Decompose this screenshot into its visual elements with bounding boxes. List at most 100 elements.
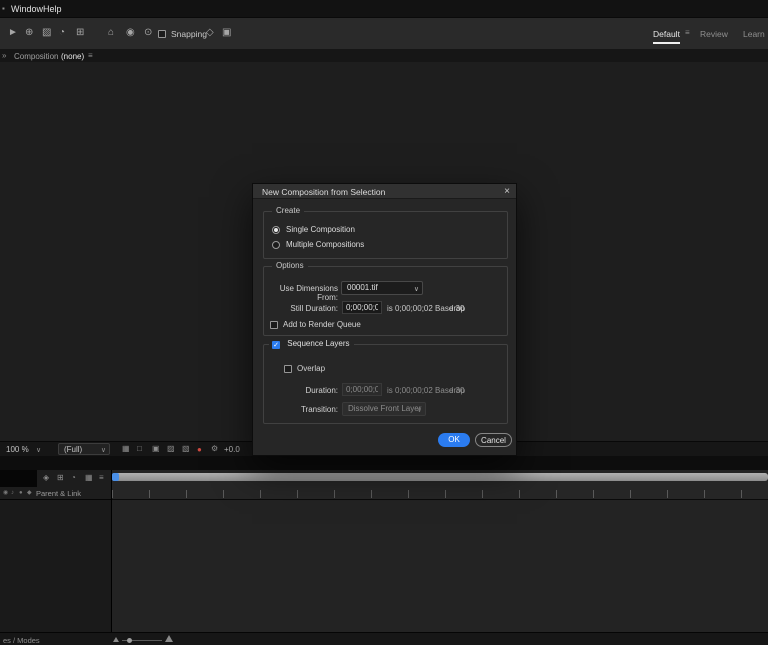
timeline-header-icons-zone: ◈ ⊞ ◔ ▦ ≡	[37, 470, 112, 487]
use-dimensions-value: 00001.tif	[347, 283, 378, 292]
clone-stamp-tool-icon[interactable]: ⊕	[25, 28, 33, 38]
snapping-checkbox[interactable]	[158, 30, 166, 38]
create-group-legend: Create	[272, 206, 305, 215]
app-icon: ▪	[2, 4, 5, 13]
overlap-label[interactable]: Overlap	[297, 364, 325, 374]
still-duration-input[interactable]	[342, 301, 382, 314]
comp-mini-flowchart-icon[interactable]: ◈	[43, 474, 49, 482]
sequence-layers-checkbox[interactable]: ✓	[272, 341, 280, 349]
region-of-interest-icon[interactable]: ▣	[152, 445, 160, 453]
timeline-zoom-in-icon[interactable]	[165, 635, 173, 642]
sequence-duration-drop-label: drop	[449, 386, 466, 395]
timeline-layer-list-empty	[0, 500, 112, 632]
composition-panel-menu-icon[interactable]: ≡	[88, 52, 93, 60]
add-to-render-queue-label[interactable]: Add to Render Queue	[283, 320, 361, 330]
cancel-button[interactable]: Cancel	[475, 433, 512, 447]
transition-dropdown: Dissolve Front Layer ∨	[342, 402, 426, 416]
workspace-tab-learn[interactable]: Learn	[743, 29, 765, 39]
menu-item-window[interactable]: Window	[11, 4, 43, 15]
multiple-compositions-radio[interactable]	[272, 241, 280, 249]
timeline-track-area-empty	[112, 500, 768, 632]
sequence-layers-label[interactable]: Sequence Layers	[287, 339, 349, 348]
sequence-layers-legend-wrap: ✓ Sequence Layers	[269, 339, 354, 349]
workspace-menu-icon[interactable]: ≡	[685, 29, 690, 37]
resolution-chevron-icon: ∨	[100, 447, 106, 454]
dialog-titlebar[interactable]: New Composition from Selection ×	[253, 184, 516, 199]
tool-bar: ► ⊕ ▨ ◔ ⊞ ⌂ ◉ ⊙ Snapping ◇ ▣ Default ≡ R…	[0, 17, 768, 49]
add-to-render-queue-checkbox[interactable]	[270, 321, 278, 329]
motion-blur-icon[interactable]: ≡	[99, 474, 104, 482]
still-duration-label: Still Duration:	[290, 304, 338, 313]
time-ruler-ticks	[112, 490, 768, 498]
shy-layers-icon[interactable]: ◔	[71, 474, 76, 482]
transition-chevron-icon: ∨	[416, 407, 422, 414]
menu-item-help[interactable]: Help	[43, 4, 62, 15]
timeline-columns-header: ◉ ♪ ● ◆ Parent & Link	[0, 487, 112, 500]
app-window: ▪ Window Help ► ⊕ ▨ ◔ ⊞ ⌂ ◉ ⊙ Snapping ◇…	[0, 0, 768, 645]
transparency-grid-icon[interactable]: ▨	[167, 445, 175, 453]
resolution-dropdown[interactable]: (Full) ∨	[58, 443, 110, 455]
playhead[interactable]	[112, 473, 119, 481]
roto-brush-tool-icon[interactable]: ◔	[59, 28, 65, 38]
composition-panel-tabbar: » Composition (none) ≡	[0, 49, 768, 62]
use-dimensions-chevron-icon: ∨	[413, 286, 419, 293]
create-group: Create Single Composition Multiple Compo…	[263, 206, 508, 259]
pen-tool-icon[interactable]: ▣	[222, 28, 231, 38]
single-composition-radio[interactable]	[272, 226, 280, 234]
camera-tool-icon[interactable]: ⌂	[108, 28, 114, 38]
workspace-active-underline	[653, 42, 680, 44]
mask-visibility-icon[interactable]: □	[137, 445, 142, 453]
workspace-tab-review[interactable]: Review	[700, 29, 728, 39]
timeline-tab-stub[interactable]	[0, 470, 37, 487]
dialog-title: New Composition from Selection	[262, 187, 386, 197]
zoom-level-button[interactable]: 100 %	[6, 445, 29, 455]
shape-tool-icon[interactable]: ◇	[206, 28, 214, 38]
frame-blending-icon[interactable]: ▦	[85, 474, 93, 482]
ok-button[interactable]: OK	[438, 433, 470, 447]
workspace-tab-default[interactable]: Default	[653, 29, 680, 39]
zoom-chevron-icon[interactable]: ∨	[36, 446, 41, 454]
resolution-value: (Full)	[64, 445, 83, 454]
time-navigator-bar[interactable]	[112, 473, 768, 481]
panel-expand-icon[interactable]: »	[2, 52, 6, 60]
tab-composition-label[interactable]: Composition	[14, 52, 58, 62]
sequence-duration-label: Duration:	[305, 386, 338, 395]
multiple-compositions-label[interactable]: Multiple Compositions	[286, 240, 364, 250]
overlap-checkbox[interactable]	[284, 365, 292, 373]
sequence-layers-group: ✓ Sequence Layers Overlap Duration: is 0…	[263, 339, 508, 424]
time-ruler[interactable]	[112, 481, 768, 500]
parent-link-column-header[interactable]: Parent & Link	[36, 489, 81, 498]
transition-label: Transition:	[300, 405, 338, 414]
transition-value: Dissolve Front Layer	[348, 404, 422, 413]
single-composition-label[interactable]: Single Composition	[286, 225, 355, 235]
toggle-switches-modes-button[interactable]: es / Modes	[3, 636, 40, 645]
draft-3d-icon[interactable]: ⊞	[57, 474, 64, 482]
options-group: Options Use Dimensions From: 00001.tif ∨…	[263, 261, 508, 336]
timeline-bottom-bar: es / Modes	[0, 632, 768, 645]
close-icon[interactable]: ×	[504, 186, 510, 197]
orbit-tool-icon[interactable]: ◉	[126, 28, 135, 38]
still-duration-drop-label: drop	[449, 304, 466, 313]
tab-composition-value[interactable]: (none)	[61, 52, 84, 62]
grid-guides-icon[interactable]: ▦	[122, 445, 130, 453]
use-dimensions-dropdown[interactable]: 00001.tif ∨	[341, 281, 423, 295]
menu-bar: ▪ Window Help	[0, 0, 768, 17]
channels-icon[interactable]: ●	[197, 445, 202, 454]
options-group-legend: Options	[272, 261, 308, 270]
solo-column-icon[interactable]: ●	[19, 490, 23, 496]
lock-column-icon[interactable]: ◆	[27, 490, 32, 496]
panel-gap	[0, 456, 768, 470]
exposure-control[interactable]: +0.0	[224, 445, 240, 455]
snapping-label[interactable]: Snapping	[171, 29, 207, 39]
dolly-tool-icon[interactable]: ⊙	[144, 28, 152, 38]
fast-previews-gear-icon[interactable]: ⚙	[211, 445, 218, 453]
audio-column-icon[interactable]: ♪	[11, 490, 14, 496]
brush-tool-icon[interactable]: ►	[8, 28, 18, 38]
puppet-pin-tool-icon[interactable]: ⊞	[76, 28, 84, 38]
eraser-tool-icon[interactable]: ▨	[42, 28, 51, 38]
use-dimensions-label: Use Dimensions From:	[279, 284, 338, 302]
video-column-icon[interactable]: ◉	[3, 490, 8, 496]
pixel-aspect-icon[interactable]: ▧	[182, 445, 190, 453]
timeline-zoom-slider-handle[interactable]	[127, 638, 132, 643]
timeline-zoom-out-icon[interactable]	[113, 637, 119, 642]
